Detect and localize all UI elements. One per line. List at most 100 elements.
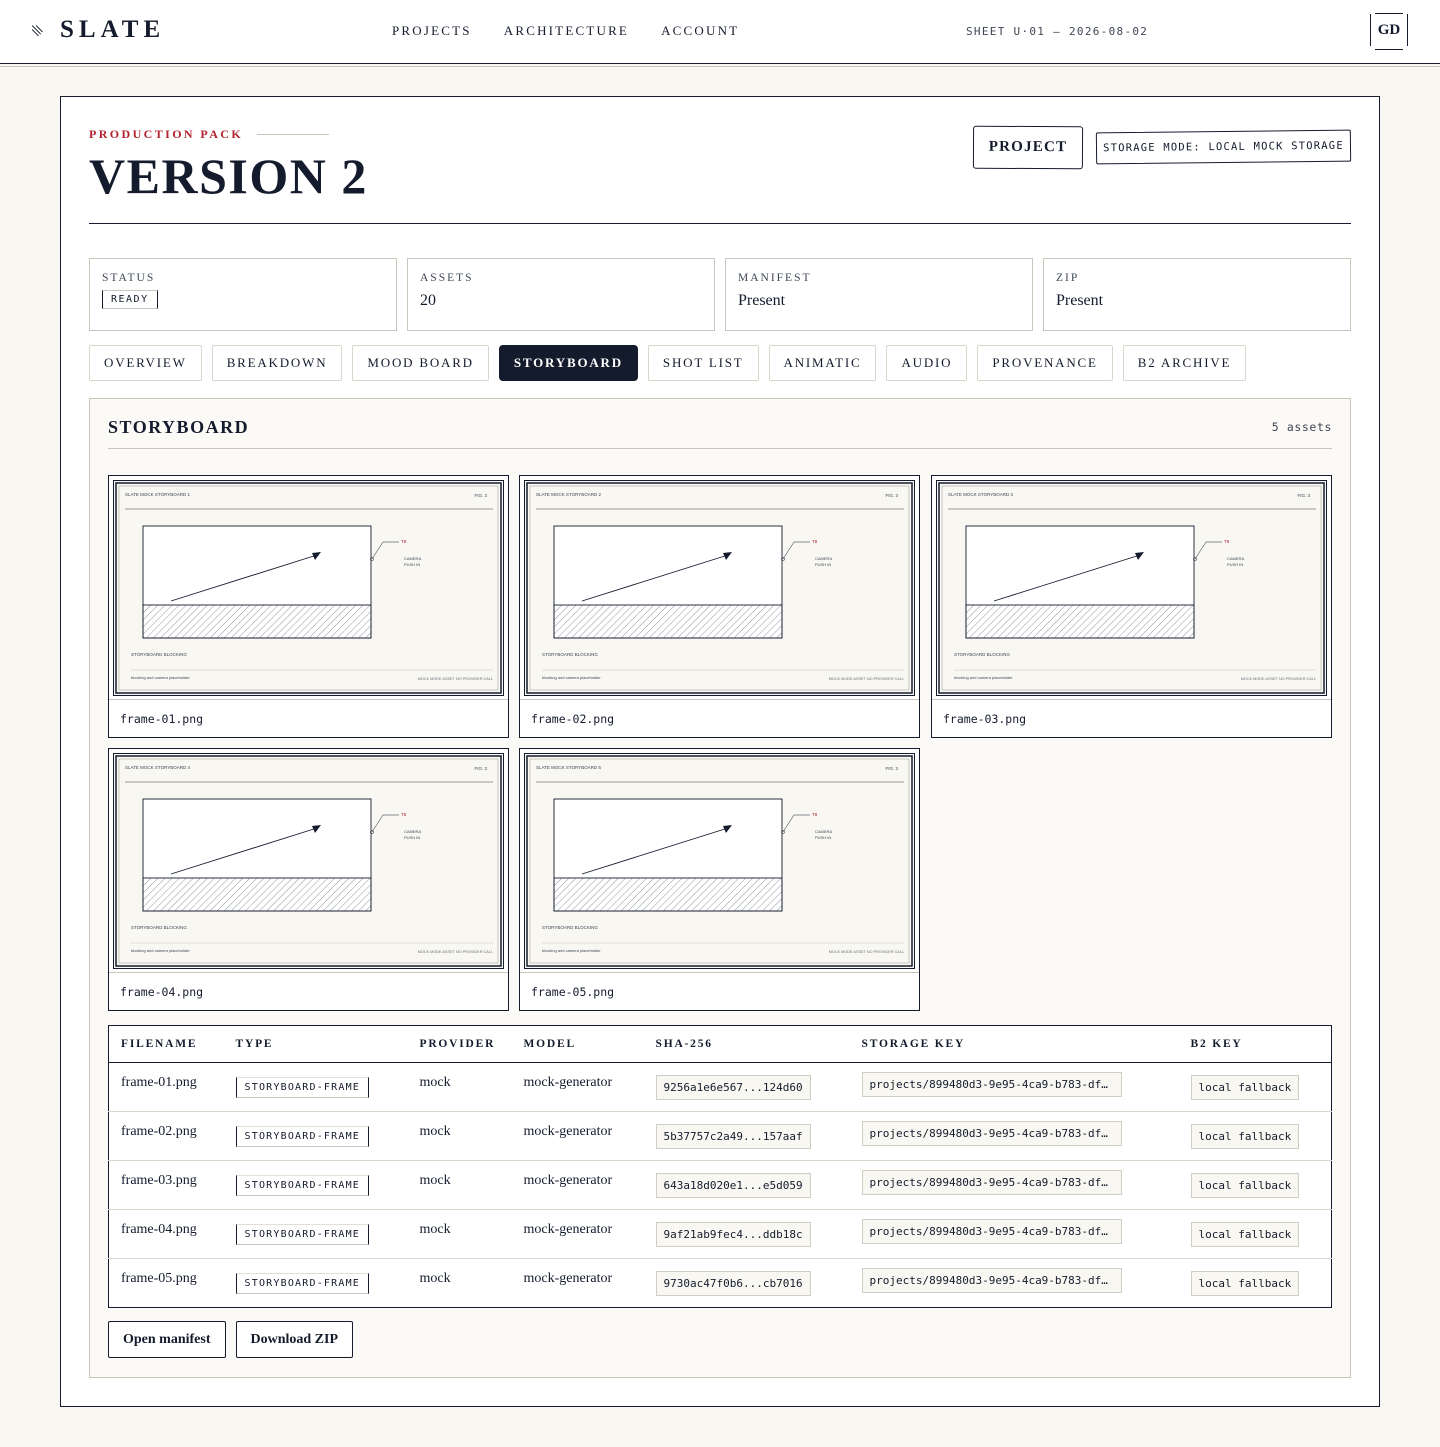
sha-chip[interactable]: 5b37757c2a49...157aaf: [655, 1123, 811, 1149]
storage-key-chip[interactable]: projects/899480d3-9e95-4ca9-b783-df…: [861, 1121, 1122, 1146]
type-tag: STORYBOARD-FRAME: [235, 1125, 370, 1147]
thumbnail-section: STORYBOARD BLOCKING: [131, 652, 187, 657]
table-row[interactable]: frame-03.png STORYBOARD-FRAME mock mock-gen…: [108, 1160, 1332, 1210]
tab-audio[interactable]: AUDIO: [886, 345, 968, 381]
storyboard-card[interactable]: SLATE MOCK STORYBOARD 4 FIG. 3 T8 CAMERA PUS…: [108, 748, 509, 1011]
type-tag: STORYBOARD-FRAME: [235, 1174, 370, 1196]
tab-mood-board[interactable]: MOOD BOARD: [352, 345, 489, 381]
callout-line: PUSH IN: [1227, 562, 1243, 567]
asset-table: FILENAME TYPE PROVIDER MODEL SHA-256 STO…: [108, 1025, 1332, 1308]
eyebrow-label: PRODUCTION PACK: [89, 127, 244, 141]
thumbnail-section: STORYBOARD BLOCKING: [131, 925, 187, 930]
callout-line: PUSH IN: [404, 835, 420, 840]
callout-tag: T8: [401, 539, 407, 544]
tab-shot-list[interactable]: SHOT LIST: [647, 345, 759, 381]
panel-actions: Open manifest Download ZIP: [108, 1321, 354, 1358]
table-row[interactable]: frame-04.png STORYBOARD-FRAME mock mock-gen…: [108, 1209, 1332, 1259]
tab-storyboard[interactable]: STORYBOARD: [498, 345, 638, 381]
storyboard-thumbnail: SLATE MOCK STORYBOARD 2 FIG. 3 T8 CAMERAPUS…: [524, 480, 915, 696]
table-row[interactable]: frame-05.png STORYBOARD-FRAME mock mock-gen…: [109, 1259, 1332, 1308]
card-filename: frame-04.png: [109, 972, 508, 1010]
b2-key-chip: local fallback: [1190, 1221, 1300, 1247]
storage-key-chip[interactable]: projects/899480d3-9e95-4ca9-b783-df…: [861, 1170, 1122, 1195]
storyboard-thumbnail: SLATE MOCK STORYBOARD 1 FIG. 3 T8 CAMERAPUS…: [113, 480, 504, 696]
callout-tag: T8: [1224, 539, 1230, 544]
cell-provider: mock: [419, 1271, 451, 1286]
thumbnail-caption: SLATE MOCK STORYBOARD 3: [948, 492, 1014, 497]
cell-model: mock-generator: [511, 1160, 644, 1210]
open-manifest-button[interactable]: Open manifest: [108, 1321, 226, 1358]
type-tag: STORYBOARD-FRAME: [235, 1223, 370, 1245]
callout-line: CAMERA: [815, 829, 832, 834]
storyboard-card[interactable]: SLATE MOCK STORYBOARD 2 FIG. 3 T8 CAMERA PUS…: [519, 475, 920, 738]
user-avatar[interactable]: GD: [1370, 13, 1408, 50]
callout-line: PUSH IN: [404, 562, 420, 567]
nav-item-account[interactable]: ACCOUNT: [661, 23, 739, 39]
callout-tag: T8: [401, 812, 407, 817]
col-storage-key: STORAGE KEY: [849, 1025, 1179, 1063]
thumbnail-footer: MOCK MODE ASSET NO PROVIDER CALL: [418, 950, 493, 954]
storage-key-chip[interactable]: projects/899480d3-9e95-4ca9-b783-df…: [861, 1072, 1122, 1097]
thumbnail-section: STORYBOARD BLOCKING: [542, 925, 598, 930]
eyebrow-rule: [257, 134, 330, 135]
cell-model: mock-generator: [511, 1209, 644, 1259]
thumbnail-footnote: blocking and camera placeholder: [131, 675, 190, 680]
thumbnail-footnote: blocking and camera placeholder: [131, 948, 190, 953]
storyboard-thumbnail: SLATE MOCK STORYBOARD 5 FIG. 3 T8 CAMERAPUS…: [524, 753, 915, 969]
tab-breakdown[interactable]: BREAKDOWN: [211, 345, 343, 381]
storyboard-card[interactable]: SLATE MOCK STORYBOARD 1 FIG. 3 T8 CAMERA PUS…: [108, 475, 509, 738]
sheet-label: SHEET U·01 — 2026-08-02: [966, 25, 1149, 38]
type-tag: STORYBOARD-FRAME: [235, 1272, 370, 1294]
thumbnail-footer: MOCK MODE ASSET NO PROVIDER CALL: [829, 950, 904, 954]
title-divider: [89, 223, 1351, 224]
brand[interactable]: SLATE: [30, 16, 165, 44]
nav-item-architecture[interactable]: ARCHITECTURE: [504, 23, 629, 39]
table-row[interactable]: frame-02.png STORYBOARD-FRAME mock mock-gen…: [108, 1111, 1332, 1161]
stat-label: MANIFEST: [738, 272, 812, 284]
thumbnail-footnote: blocking and camera placeholder: [542, 948, 601, 953]
tab-overview[interactable]: OVERVIEW: [89, 345, 202, 381]
table-header-row: FILENAME TYPE PROVIDER MODEL SHA-256 STO…: [108, 1025, 1332, 1063]
card-filename: frame-03.png: [932, 699, 1331, 737]
sha-chip[interactable]: 9730ac47f0b6...cb7016: [655, 1270, 811, 1296]
col-filename: FILENAME: [108, 1025, 224, 1063]
brand-name: SLATE: [60, 16, 166, 43]
thumbnail-caption: SLATE MOCK STORYBOARD 1: [125, 492, 191, 497]
table-row[interactable]: frame-01.png STORYBOARD-FRAME mock mock-gen…: [108, 1062, 1332, 1112]
callout-line: CAMERA: [815, 556, 832, 561]
callout-line: CAMERA: [404, 829, 421, 834]
cell-filename: frame-04.png: [108, 1209, 224, 1259]
cell-provider: mock: [407, 1062, 512, 1112]
storage-key-chip[interactable]: projects/899480d3-9e95-4ca9-b783-df…: [861, 1219, 1122, 1244]
thumbnail-footer: MOCK MODE ASSET NO PROVIDER CALL: [418, 677, 493, 681]
cell-provider: mock: [407, 1111, 512, 1161]
cell-filename: frame-03.png: [108, 1160, 224, 1210]
stat-manifest: MANIFEST Present: [725, 258, 1033, 331]
storyboard-card[interactable]: SLATE MOCK STORYBOARD 5 FIG. 3 T8 CAMERA PUS…: [519, 748, 920, 1011]
storage-key-chip[interactable]: projects/899480d3-9e95-4ca9-b783-df…: [861, 1268, 1122, 1293]
project-button[interactable]: PROJECT: [972, 125, 1084, 170]
sha-chip[interactable]: 643a18d020e1...e5d059: [655, 1172, 811, 1198]
storyboard-card[interactable]: SLATE MOCK STORYBOARD 3 FIG. 3 T8 CAMERA PUS…: [931, 475, 1332, 738]
status-badge: READY: [102, 290, 158, 309]
thumbnail-fig: FIG. 3: [474, 493, 487, 498]
thumbnail-footnote: blocking and camera placeholder: [954, 675, 1013, 680]
stat-label: STATUS: [102, 272, 156, 284]
tab-b2-archive[interactable]: B2 ARCHIVE: [1122, 345, 1247, 381]
callout-line: PUSH IN: [815, 835, 831, 840]
panel-title: STORYBOARD: [108, 417, 250, 437]
col-model: MODEL: [511, 1025, 644, 1063]
thumbnail-fig: FIG. 3: [474, 766, 487, 771]
panel-divider: [108, 448, 1332, 449]
b2-key-chip: local fallback: [1190, 1270, 1300, 1296]
cell-model: mock-generator: [523, 1271, 613, 1286]
stat-label: ASSETS: [420, 272, 474, 284]
sha-chip[interactable]: 9256a1e6e567...124d60: [655, 1074, 811, 1100]
stats-row: STATUS READY ASSETS 20 MANIFEST Present …: [89, 258, 1351, 331]
tab-provenance[interactable]: PROVENANCE: [977, 345, 1113, 381]
tab-animatic[interactable]: ANIMATIC: [768, 345, 877, 381]
nav-item-projects[interactable]: PROJECTS: [392, 23, 472, 39]
sha-chip[interactable]: 9af21ab9fec4...ddb18c: [655, 1221, 811, 1247]
download-zip-button[interactable]: Download ZIP: [235, 1321, 354, 1358]
stat-label: ZIP: [1056, 272, 1080, 284]
